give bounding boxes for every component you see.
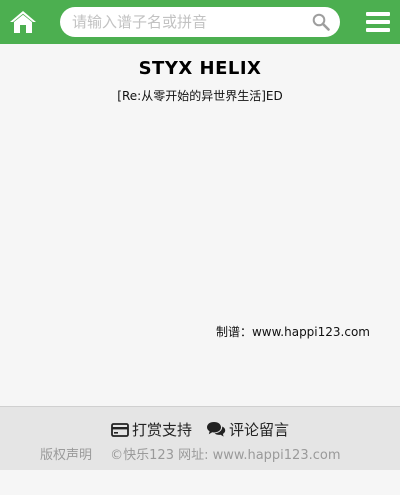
menu-icon-bar [366, 20, 390, 24]
search-box [60, 7, 340, 37]
top-bar [0, 0, 400, 44]
home-button[interactable] [8, 6, 38, 38]
menu-icon-bar [366, 12, 390, 16]
comments-icon [207, 422, 226, 437]
home-icon [10, 11, 36, 34]
search-button[interactable] [311, 12, 331, 32]
reward-link[interactable]: 打赏支持 [111, 419, 192, 440]
reward-label: 打赏支持 [131, 421, 192, 439]
credit-card-icon [111, 422, 129, 437]
search-icon [312, 13, 330, 31]
song-title: STYX HELIX [138, 58, 262, 79]
menu-button[interactable] [366, 12, 390, 32]
score-maker-credit: 制谱：www.happi123.com [215, 325, 370, 339]
footer: 打赏支持 评论留言 版权声明 ©快乐123 网址: www.happi123.c… [0, 406, 400, 470]
comment-label: 评论留言 [229, 421, 290, 439]
footer-meta: 版权声明 ©快乐123 网址: www.happi123.com [40, 444, 354, 463]
copyright-link[interactable]: 版权声明 [40, 448, 92, 463]
menu-icon-bar [366, 28, 390, 32]
site-info: ©快乐123 网址: www.happi123.com [110, 448, 341, 463]
footer-actions: 打赏支持 评论留言 [0, 419, 400, 440]
comment-link[interactable]: 评论留言 [206, 419, 289, 440]
song-subtitle: [Re:从零开始的异世界生活]ED [117, 89, 283, 103]
search-input[interactable] [60, 7, 300, 37]
